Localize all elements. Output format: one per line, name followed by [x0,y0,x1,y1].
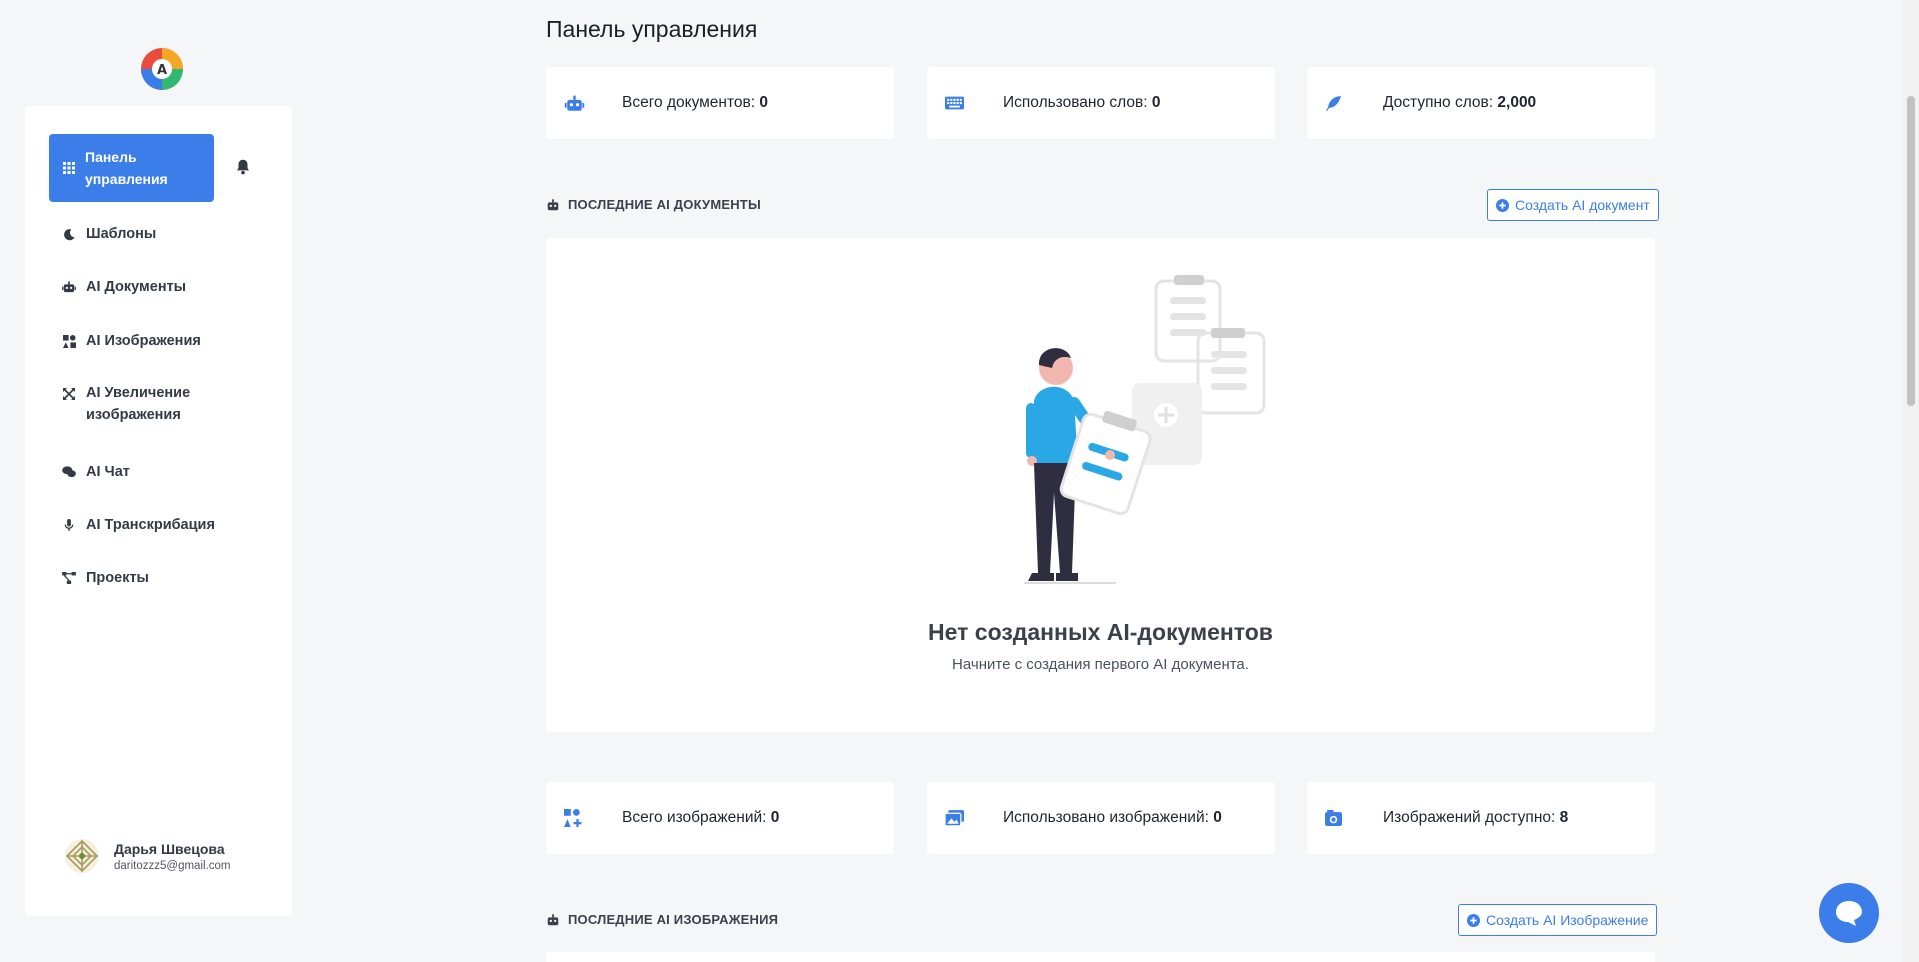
svg-text:A: A [157,63,167,78]
stat-label: Всего документов: [622,94,756,111]
stat-card-images-available: Изображений доступно: 8 [1307,782,1655,854]
keyboard-icon [945,96,964,110]
grid-icon [63,162,75,174]
app-logo[interactable]: A [140,47,184,91]
plus-circle-icon [1467,913,1480,927]
sidebar-item-ai-documents[interactable]: AI Документы [62,276,186,298]
diagram-icon [62,572,76,584]
stat-card-total-images: Всего изображений: 0 [546,782,894,854]
support-chat-button[interactable] [1819,883,1879,943]
avatar [65,839,99,873]
chat-icon [62,466,76,478]
stat-card-words-available: Доступно слов: 2,000 [1307,67,1655,139]
sidebar-item-label: AI Документы [86,279,187,295]
create-ai-image-button[interactable]: Создать AI Изображение [1458,904,1658,936]
sidebar-item-ai-upscale[interactable]: AI Увеличение изображения [62,382,196,426]
sidebar-item-label: AI Чат [86,464,130,480]
stat-label: Использовано изображений: [1003,809,1209,826]
sidebar-item-ai-images[interactable]: AI Изображения [62,330,201,352]
empty-state-illustration [1024,275,1266,584]
robot-icon [62,281,76,293]
stat-value: 8 [1559,809,1569,826]
section-heading-recent-docs: ПОСЛЕДНИЕ AI ДОКУМЕНТЫ [546,197,761,212]
stat-card-total-documents: Всего документов: 0 [546,67,894,139]
button-label: Создать AI документ [1515,197,1650,213]
plus-circle-icon [1496,198,1509,212]
stat-value: 0 [1151,94,1161,111]
images-icon [62,334,76,348]
empty-state-subtitle: Начните с создания первого AI документа. [952,656,1249,673]
stat-label: Доступно слов: [1383,94,1494,111]
section-heading-text: ПОСЛЕДНИЕ AI ИЗОБРАЖЕНИЯ [568,912,779,927]
sidebar-item-label: AI Увеличение изображения [86,385,191,423]
robot-icon [564,95,585,111]
sidebar: Панель управления Шаблоны AI Документы A… [25,106,292,916]
button-label: Создать AI Изображение [1486,912,1649,928]
stat-value: 0 [770,809,780,826]
sidebar-item-ai-transcription[interactable]: AI Транскрибация [62,514,215,536]
feather-icon [1326,95,1341,111]
robot-icon [547,913,559,925]
sidebar-item-label: AI Изображения [86,333,201,349]
section-heading-text: ПОСЛЕДНИЕ AI ДОКУМЕНТЫ [568,197,761,212]
stat-value: 0 [759,94,769,111]
page-title: Панель управления [546,16,758,42]
stat-label: Изображений доступно: [1383,809,1556,826]
chat-bubble-icon [1836,901,1862,926]
moon-icon [63,228,75,240]
stat-label: Всего изображений: [622,809,767,826]
sidebar-item-dashboard[interactable]: Панель управления [49,134,214,202]
stat-card-images-used: Использовано изображений: 0 [927,782,1275,854]
user-email: daritozzz5@gmail.com [114,859,231,872]
sidebar-item-templates[interactable]: Шаблоны [62,223,156,245]
sidebar-item-label: AI Транскрибация [86,517,215,533]
stat-card-words-used: Использовано слов: 0 [927,67,1275,139]
empty-state-title: Нет созданных AI-документов [928,619,1273,645]
sidebar-item-projects[interactable]: Проекты [62,567,149,589]
sidebar-item-ai-chat[interactable]: AI Чат [62,461,130,483]
stat-label: Использовано слов: [1003,94,1148,111]
images-icon [945,810,964,826]
bell-icon[interactable] [234,158,252,176]
page-scrollbar[interactable] [1903,0,1919,962]
recent-images-panel [546,952,1655,962]
recent-docs-panel: Нет созданных AI-документов Начните с со… [546,238,1655,732]
mic-icon [64,518,74,531]
user-profile[interactable]: Дарья Швецова daritozzz5@gmail.com [64,838,231,874]
section-heading-recent-images: ПОСЛЕДНИЕ AI ИЗОБРАЖЕНИЯ [546,912,778,927]
camera-icon [1325,809,1342,826]
create-ai-document-button[interactable]: Создать AI документ [1487,189,1659,221]
sidebar-item-label: Шаблоны [86,226,157,242]
user-name: Дарья Швецова [114,840,225,857]
image-plus-icon [564,809,582,827]
robot-icon [547,198,559,210]
expand-icon [63,388,75,400]
sidebar-item-label: Проекты [86,570,149,586]
stat-value: 2,000 [1497,94,1537,111]
stat-value: 0 [1213,809,1222,826]
scrollbar-thumb[interactable] [1907,96,1915,406]
sidebar-item-label: Панель управления [85,149,168,187]
